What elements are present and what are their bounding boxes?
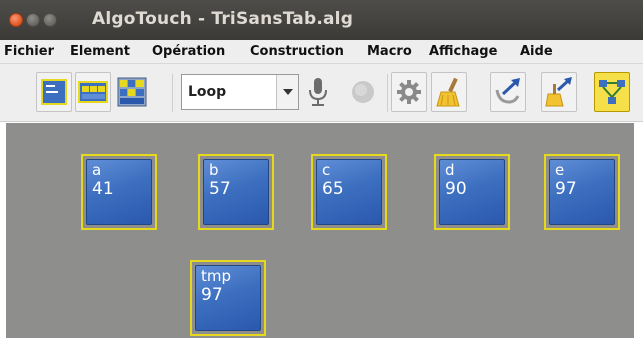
redo-clear-button[interactable] bbox=[541, 72, 577, 112]
variable-box: e 97 bbox=[549, 159, 615, 225]
app-window: AlgoTouch - TriSansTab.alg Fichier Eleme… bbox=[0, 0, 643, 346]
new-array-button[interactable] bbox=[75, 72, 111, 112]
window-title: AlgoTouch - TriSansTab.alg bbox=[92, 9, 354, 29]
close-window-button[interactable] bbox=[9, 13, 23, 27]
broom-clear-icon bbox=[436, 77, 460, 107]
variable-box: tmp 97 bbox=[195, 265, 261, 331]
mode-select[interactable]: Loop bbox=[181, 74, 299, 110]
toolbar: Loop bbox=[0, 64, 643, 122]
menu-fichier[interactable]: Fichier bbox=[4, 44, 54, 59]
chevron-down-icon bbox=[282, 89, 293, 95]
title-bar[interactable]: AlgoTouch - TriSansTab.alg bbox=[0, 0, 643, 40]
new-matrix-icon bbox=[117, 77, 147, 107]
variable-value: 97 bbox=[201, 285, 223, 305]
menu-affichage[interactable]: Affichage bbox=[429, 44, 497, 59]
clear-button[interactable] bbox=[431, 72, 467, 112]
menu-bar: Fichier Element Opération Construction M… bbox=[0, 40, 643, 64]
layout-toggle-button[interactable] bbox=[594, 72, 630, 112]
menu-element[interactable]: Element bbox=[70, 44, 130, 59]
menu-macro[interactable]: Macro bbox=[367, 44, 412, 59]
variable-box: a 41 bbox=[86, 159, 152, 225]
microphone-icon bbox=[309, 78, 327, 106]
record-icon bbox=[352, 81, 374, 103]
menu-construction[interactable]: Construction bbox=[250, 44, 344, 59]
variable-d[interactable]: d 90 bbox=[434, 154, 510, 230]
undo-button[interactable] bbox=[490, 72, 526, 112]
new-variable-button[interactable] bbox=[36, 72, 72, 112]
variable-name: a bbox=[92, 161, 102, 179]
menu-operation[interactable]: Opération bbox=[152, 44, 225, 59]
toolbar-separator bbox=[387, 74, 388, 112]
undo-arrow-icon bbox=[495, 78, 520, 104]
variable-tmp[interactable]: tmp 97 bbox=[190, 260, 266, 336]
variable-e[interactable]: e 97 bbox=[544, 154, 620, 230]
variable-name: e bbox=[555, 161, 565, 179]
menu-aide[interactable]: Aide bbox=[520, 44, 553, 59]
new-array-icon bbox=[78, 81, 108, 103]
algorithm-canvas[interactable]: a 41 b 57 c 65 d 90 e 97 tmp 97 bbox=[6, 123, 634, 338]
maximize-window-button[interactable] bbox=[43, 13, 57, 27]
variable-name: tmp bbox=[201, 267, 232, 285]
variable-value: 97 bbox=[555, 179, 577, 199]
toolbar-separator bbox=[172, 74, 173, 112]
settings-button[interactable] bbox=[391, 72, 427, 112]
variable-b[interactable]: b 57 bbox=[198, 154, 274, 230]
variable-value: 57 bbox=[209, 179, 231, 199]
variable-value: 90 bbox=[445, 179, 467, 199]
variable-value: 65 bbox=[322, 179, 344, 199]
variable-box: b 57 bbox=[203, 159, 269, 225]
new-matrix-button[interactable] bbox=[114, 72, 150, 112]
microphone-button[interactable] bbox=[300, 72, 336, 112]
variable-box: d 90 bbox=[439, 159, 505, 225]
variable-box: c 65 bbox=[316, 159, 382, 225]
variable-value: 41 bbox=[92, 179, 114, 199]
redo-broom-icon bbox=[545, 77, 572, 107]
variable-name: b bbox=[209, 161, 219, 179]
variable-c[interactable]: c 65 bbox=[311, 154, 387, 230]
mode-select-value: Loop bbox=[188, 84, 227, 100]
record-button[interactable] bbox=[345, 72, 381, 112]
variable-a[interactable]: a 41 bbox=[81, 154, 157, 230]
variable-name: d bbox=[445, 161, 455, 179]
new-variable-icon bbox=[41, 79, 67, 105]
variable-name: c bbox=[322, 161, 331, 179]
dropdown-arrow-button[interactable] bbox=[276, 75, 298, 109]
network-layout-icon bbox=[599, 80, 625, 104]
settings-gear-icon bbox=[397, 80, 421, 104]
minimize-window-button[interactable] bbox=[26, 13, 40, 27]
